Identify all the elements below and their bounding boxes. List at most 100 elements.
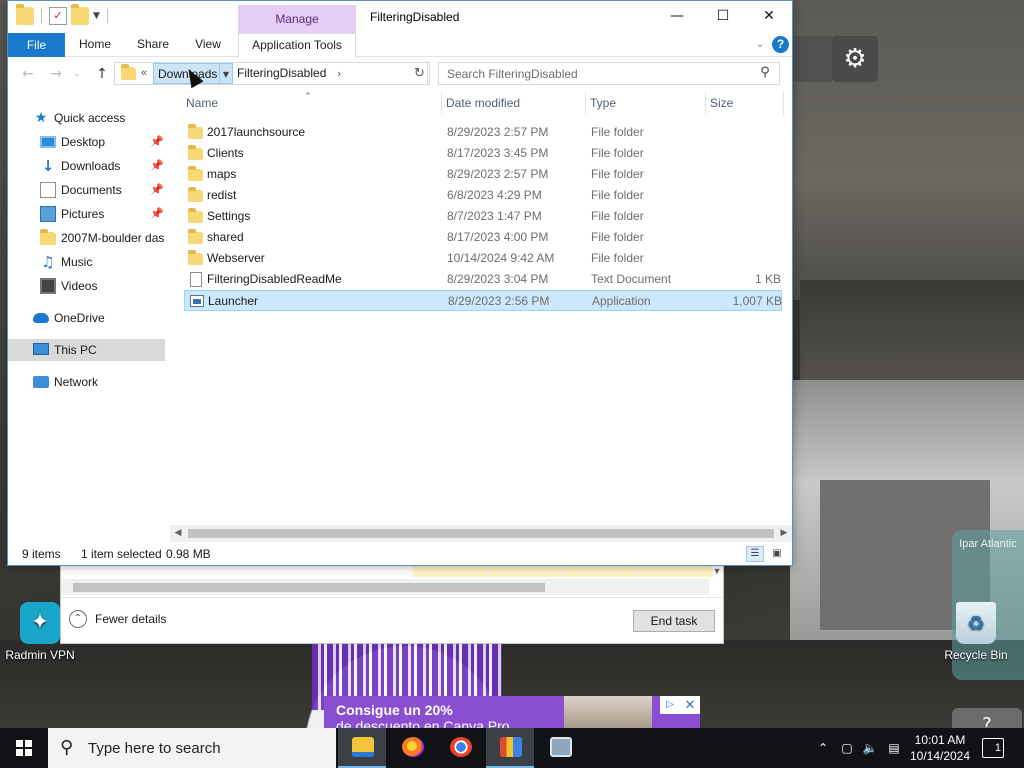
sidebar-item-desktop[interactable]: Desktop 📌 bbox=[8, 131, 165, 153]
scroll-right-icon[interactable]: ▶ bbox=[776, 525, 792, 542]
file-row[interactable]: Webserver 10/14/2024 9:42 AM File folder bbox=[184, 248, 782, 269]
close-icon[interactable]: ✕ bbox=[746, 1, 792, 31]
maximize-icon[interactable]: ☐ bbox=[700, 1, 746, 31]
file-row[interactable]: Settings 8/7/2023 1:47 PM File folder bbox=[184, 206, 782, 227]
expand-ribbon-icon[interactable]: ⌄ bbox=[752, 33, 768, 57]
sidebar-item-this-pc[interactable]: This PC bbox=[8, 339, 165, 361]
pin-icon[interactable]: 📌 bbox=[150, 203, 164, 225]
chrome-icon bbox=[450, 737, 472, 757]
column-header-label: Name bbox=[186, 96, 219, 110]
properties-icon[interactable]: ✓ bbox=[49, 7, 67, 25]
file-name: maps bbox=[207, 167, 237, 181]
minimize-icon[interactable]: — bbox=[654, 1, 700, 31]
forward-arrow-icon[interactable]: → bbox=[46, 64, 66, 84]
task-manager-scrollbar[interactable] bbox=[61, 579, 709, 595]
tablet-icon[interactable]: ▢ bbox=[838, 728, 856, 768]
taskbar-task-manager[interactable] bbox=[486, 728, 534, 768]
recent-locations-icon[interactable]: ⌄ bbox=[70, 64, 84, 84]
tab-view[interactable]: View bbox=[184, 33, 232, 57]
column-header-size[interactable]: Size bbox=[708, 91, 784, 115]
column-header-type[interactable]: Type bbox=[588, 91, 706, 115]
sidebar-item-downloads[interactable]: ↓ Downloads 📌 bbox=[8, 155, 165, 177]
sidebar-item-2007m-boulder[interactable]: 2007M-boulder das bbox=[8, 227, 165, 249]
file-row[interactable]: shared 8/17/2023 4:00 PM File folder bbox=[184, 227, 782, 248]
breadcrumb-current[interactable]: FilteringDisabled bbox=[237, 63, 326, 84]
file-size: 1,007 KB bbox=[732, 294, 782, 308]
tab-home[interactable]: Home bbox=[70, 33, 120, 57]
scrollbar-thumb[interactable] bbox=[73, 583, 545, 592]
ad-headline: Consigue un 20% bbox=[336, 702, 453, 718]
file-row[interactable]: Clients 8/17/2023 3:45 PM File folder bbox=[184, 143, 782, 164]
taskbar-file-explorer[interactable] bbox=[338, 728, 386, 768]
folder-icon bbox=[188, 250, 203, 265]
search-icon[interactable]: ⚲ bbox=[757, 65, 773, 81]
ad-close-icon[interactable]: ✕ bbox=[680, 696, 700, 714]
sidebar-item-pictures[interactable]: Pictures 📌 bbox=[8, 203, 165, 225]
tab-share[interactable]: Share bbox=[128, 33, 178, 57]
taskbar-search[interactable]: ⚲ bbox=[48, 728, 336, 768]
file-type: File folder bbox=[591, 146, 644, 160]
notification-center-icon[interactable]: 1 bbox=[982, 738, 1004, 758]
up-arrow-icon[interactable]: ↑ bbox=[92, 64, 112, 84]
large-icons-view-icon[interactable]: ▣ bbox=[768, 546, 786, 562]
breadcrumb-overflow[interactable]: « bbox=[141, 63, 147, 84]
side-widget-label: Ipar Atlantic bbox=[959, 538, 1017, 550]
new-folder-icon[interactable] bbox=[71, 4, 89, 25]
title-bar[interactable]: ✓ ▼ Manage FilteringDisabled — ☐ ✕ bbox=[8, 1, 792, 33]
firefox-icon bbox=[402, 737, 424, 757]
breadcrumb-dropdown-icon[interactable]: ▼ bbox=[219, 63, 233, 84]
help-icon[interactable]: ? bbox=[772, 36, 789, 53]
cloud-icon bbox=[33, 313, 49, 323]
breadcrumb-chevron-icon[interactable]: › bbox=[337, 63, 341, 84]
file-row[interactable]: maps 8/29/2023 2:57 PM File folder bbox=[184, 164, 782, 185]
start-button[interactable] bbox=[0, 728, 48, 768]
tab-application-tools[interactable]: Application Tools bbox=[238, 33, 356, 57]
desktop-icon-recycle-bin[interactable]: Recycle Bin bbox=[936, 602, 1016, 662]
taskbar-chrome[interactable] bbox=[436, 728, 484, 768]
sidebar-item-quick-access[interactable]: ★ Quick access bbox=[8, 107, 165, 129]
customize-toolbar-icon[interactable]: ▼ bbox=[93, 11, 100, 21]
file-row[interactable]: redist 6/8/2023 4:29 PM File folder bbox=[184, 185, 782, 206]
ad-info-icon[interactable]: ▷ bbox=[660, 696, 680, 714]
horizontal-scrollbar[interactable]: ◀ ▶ bbox=[170, 525, 792, 542]
sidebar-item-videos[interactable]: Videos bbox=[8, 275, 165, 297]
scrollbar-thumb[interactable] bbox=[188, 529, 774, 538]
details-view-icon[interactable]: ☰ bbox=[746, 546, 764, 562]
taskbar-firefox[interactable] bbox=[388, 728, 436, 768]
fewer-details-button[interactable]: ⌃ Fewer details bbox=[69, 610, 166, 628]
pin-icon[interactable]: 📌 bbox=[150, 155, 164, 177]
taskbar-clock[interactable]: 10:01 AM 10/14/2024 bbox=[900, 732, 980, 764]
column-header-date[interactable]: Date modified bbox=[444, 91, 586, 115]
address-bar[interactable]: « Downloads ▼ FilteringDisabled › ⌄ bbox=[114, 62, 521, 85]
pin-icon[interactable]: 📌 bbox=[150, 131, 164, 153]
file-name: 2017launchsource bbox=[207, 125, 306, 139]
sidebar-item-network[interactable]: Network bbox=[8, 371, 165, 393]
sidebar-item-music[interactable]: ♫ Music bbox=[8, 251, 165, 273]
file-row[interactable]: FilteringDisabledReadMe 8/29/2023 3:04 P… bbox=[184, 269, 782, 290]
scroll-left-icon[interactable]: ◀ bbox=[170, 525, 186, 542]
taskbar-remote-desktop[interactable] bbox=[536, 728, 584, 768]
tab-file[interactable]: File bbox=[8, 33, 65, 57]
end-task-button[interactable]: End task bbox=[633, 610, 715, 632]
sidebar-item-onedrive[interactable]: OneDrive bbox=[8, 307, 165, 329]
search-box[interactable]: ⚲ bbox=[438, 62, 780, 85]
refresh-icon[interactable]: ↻ bbox=[410, 62, 430, 85]
overlay-settings-button[interactable]: ⚙ bbox=[832, 36, 878, 82]
file-type: Application bbox=[592, 294, 651, 308]
ad-banner[interactable]: Consigue un 20% de descuento en Canva Pr… bbox=[324, 696, 700, 728]
sidebar-item-documents[interactable]: Documents 📌 bbox=[8, 179, 165, 201]
gear-icon: ⚙ bbox=[843, 44, 867, 74]
file-row[interactable]: 2017launchsource 8/29/2023 2:57 PM File … bbox=[184, 122, 782, 143]
overlay-button[interactable] bbox=[787, 36, 833, 82]
chevron-up-icon[interactable]: ⌃ bbox=[814, 728, 832, 768]
volume-muted-icon[interactable]: 🔈 bbox=[860, 728, 880, 768]
pin-icon[interactable]: 📌 bbox=[150, 179, 164, 201]
taskbar-search-input[interactable] bbox=[88, 736, 328, 760]
search-input[interactable] bbox=[439, 63, 749, 84]
file-date: 6/8/2023 4:29 PM bbox=[447, 188, 542, 202]
manage-context-tab[interactable]: Manage bbox=[238, 5, 356, 33]
folder-icon[interactable] bbox=[16, 4, 34, 25]
file-row-selected[interactable]: Launcher 8/29/2023 2:56 PM Application 1… bbox=[184, 290, 782, 311]
back-arrow-icon[interactable]: ← bbox=[18, 64, 38, 84]
column-header-name[interactable]: Name ⌃ bbox=[184, 91, 442, 115]
